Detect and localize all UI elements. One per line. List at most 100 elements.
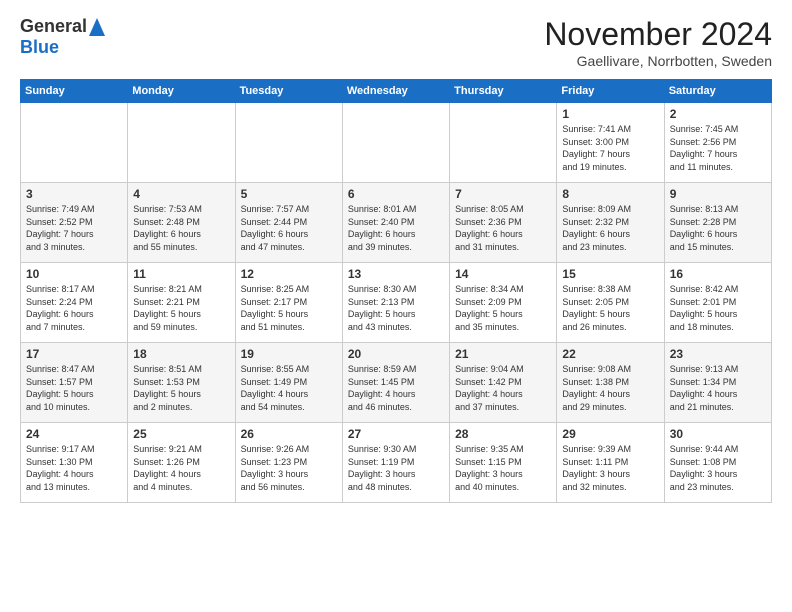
day-info: Sunrise: 7:45 AM Sunset: 2:56 PM Dayligh…: [670, 123, 766, 173]
day-number: 9: [670, 187, 766, 201]
day-number: 8: [562, 187, 658, 201]
day-number: 22: [562, 347, 658, 361]
day-info: Sunrise: 8:09 AM Sunset: 2:32 PM Dayligh…: [562, 203, 658, 253]
day-info: Sunrise: 7:49 AM Sunset: 2:52 PM Dayligh…: [26, 203, 122, 253]
logo-icon: [89, 18, 105, 36]
day-number: 12: [241, 267, 337, 281]
calendar-cell: 28Sunrise: 9:35 AM Sunset: 1:15 PM Dayli…: [450, 423, 557, 503]
calendar-cell: 27 Sunrise: 9:30 AM Sunset: 1:19 PM Dayli…: [342, 423, 449, 503]
day-info: Sunrise: 9:30 AM Sunset: 1:19 PM Dayligh…: [348, 443, 444, 493]
logo: General Blue: [20, 16, 105, 58]
col-header-friday: Friday: [557, 80, 664, 103]
calendar-cell: 17 Sunrise: 8:47 AM Sunset: 1:57 PM Dayli…: [21, 343, 128, 423]
day-number: 14: [455, 267, 551, 281]
day-info: Sunrise: 9:13 AM Sunset: 1:34 PM Dayligh…: [670, 363, 766, 413]
calendar-cell: 22Sunrise: 9:08 AM Sunset: 1:38 PM Dayli…: [557, 343, 664, 423]
day-info: Sunrise: 8:05 AM Sunset: 2:36 PM Dayligh…: [455, 203, 551, 253]
day-info: Sunrise: 7:41 AM Sunset: 3:00 PM Dayligh…: [562, 123, 658, 173]
day-number: 23: [670, 347, 766, 361]
calendar-cell: 16 Sunrise: 8:42 AM Sunset: 2:01 PM Dayli…: [664, 263, 771, 343]
day-info: Sunrise: 8:21 AM Sunset: 2:21 PM Dayligh…: [133, 283, 229, 333]
calendar-cell: 8 Sunrise: 8:09 AM Sunset: 2:32 PM Daylig…: [557, 183, 664, 263]
calendar-cell: 26 Sunrise: 9:26 AM Sunset: 1:23 PM Dayli…: [235, 423, 342, 503]
day-info: Sunrise: 8:01 AM Sunset: 2:40 PM Dayligh…: [348, 203, 444, 253]
calendar-cell: 25 Sunrise: 9:21 AM Sunset: 1:26 PM Dayli…: [128, 423, 235, 503]
month-title: November 2024: [544, 16, 772, 53]
logo-blue-text: Blue: [20, 37, 59, 58]
day-info: Sunrise: 7:57 AM Sunset: 2:44 PM Dayligh…: [241, 203, 337, 253]
col-header-saturday: Saturday: [664, 80, 771, 103]
day-info: Sunrise: 8:42 AM Sunset: 2:01 PM Dayligh…: [670, 283, 766, 333]
day-number: 19: [241, 347, 337, 361]
day-number: 17: [26, 347, 122, 361]
day-number: 15: [562, 267, 658, 281]
day-info: Sunrise: 8:25 AM Sunset: 2:17 PM Dayligh…: [241, 283, 337, 333]
day-info: Sunrise: 9:21 AM Sunset: 1:26 PM Dayligh…: [133, 443, 229, 493]
calendar-cell: 11Sunrise: 8:21 AM Sunset: 2:21 PM Dayli…: [128, 263, 235, 343]
logo-general-text: General: [20, 16, 87, 37]
calendar-week-1: 1 Sunrise: 7:41 AM Sunset: 3:00 PM Daylig…: [21, 103, 772, 183]
day-number: 2: [670, 107, 766, 121]
day-number: 16: [670, 267, 766, 281]
day-number: 25: [133, 427, 229, 441]
day-number: 18: [133, 347, 229, 361]
calendar-cell: 3 Sunrise: 7:49 AM Sunset: 2:52 PM Daylig…: [21, 183, 128, 263]
calendar-cell: 18 Sunrise: 8:51 AM Sunset: 1:53 PM Dayli…: [128, 343, 235, 423]
day-number: 28: [455, 427, 551, 441]
calendar-cell: 2 Sunrise: 7:45 AM Sunset: 2:56 PM Daylig…: [664, 103, 771, 183]
day-number: 4: [133, 187, 229, 201]
day-number: 1: [562, 107, 658, 121]
calendar-week-4: 17 Sunrise: 8:47 AM Sunset: 1:57 PM Dayli…: [21, 343, 772, 423]
calendar-cell: 5Sunrise: 7:57 AM Sunset: 2:44 PM Daylig…: [235, 183, 342, 263]
calendar-cell: [342, 103, 449, 183]
day-number: 24: [26, 427, 122, 441]
day-info: Sunrise: 8:55 AM Sunset: 1:49 PM Dayligh…: [241, 363, 337, 413]
day-number: 13: [348, 267, 444, 281]
day-info: Sunrise: 9:17 AM Sunset: 1:30 PM Dayligh…: [26, 443, 122, 493]
page: General Blue November 2024 Gaellivare, N…: [0, 0, 792, 519]
col-header-thursday: Thursday: [450, 80, 557, 103]
calendar-cell: 4 Sunrise: 7:53 AM Sunset: 2:48 PM Daylig…: [128, 183, 235, 263]
day-info: Sunrise: 8:13 AM Sunset: 2:28 PM Dayligh…: [670, 203, 766, 253]
day-number: 21: [455, 347, 551, 361]
day-info: Sunrise: 8:51 AM Sunset: 1:53 PM Dayligh…: [133, 363, 229, 413]
calendar-table: SundayMondayTuesdayWednesdayThursdayFrid…: [20, 79, 772, 503]
day-info: Sunrise: 8:34 AM Sunset: 2:09 PM Dayligh…: [455, 283, 551, 333]
col-header-monday: Monday: [128, 80, 235, 103]
day-number: 3: [26, 187, 122, 201]
calendar-cell: 6 Sunrise: 8:01 AM Sunset: 2:40 PM Daylig…: [342, 183, 449, 263]
calendar-cell: 19 Sunrise: 8:55 AM Sunset: 1:49 PM Dayli…: [235, 343, 342, 423]
day-info: Sunrise: 7:53 AM Sunset: 2:48 PM Dayligh…: [133, 203, 229, 253]
day-number: 6: [348, 187, 444, 201]
col-header-tuesday: Tuesday: [235, 80, 342, 103]
day-number: 27: [348, 427, 444, 441]
calendar-cell: 15Sunrise: 8:38 AM Sunset: 2:05 PM Dayli…: [557, 263, 664, 343]
title-block: November 2024 Gaellivare, Norrbotten, Sw…: [544, 16, 772, 69]
calendar-cell: 14 Sunrise: 8:34 AM Sunset: 2:09 PM Dayli…: [450, 263, 557, 343]
calendar-cell: 9 Sunrise: 8:13 AM Sunset: 2:28 PM Daylig…: [664, 183, 771, 263]
calendar-cell: 12 Sunrise: 8:25 AM Sunset: 2:17 PM Dayli…: [235, 263, 342, 343]
calendar-week-5: 24 Sunrise: 9:17 AM Sunset: 1:30 PM Dayli…: [21, 423, 772, 503]
calendar-week-3: 10Sunrise: 8:17 AM Sunset: 2:24 PM Dayli…: [21, 263, 772, 343]
day-number: 20: [348, 347, 444, 361]
calendar-header-row: SundayMondayTuesdayWednesdayThursdayFrid…: [21, 80, 772, 103]
day-number: 29: [562, 427, 658, 441]
calendar-cell: 23 Sunrise: 9:13 AM Sunset: 1:34 PM Dayli…: [664, 343, 771, 423]
day-number: 30: [670, 427, 766, 441]
calendar-cell: 13Sunrise: 8:30 AM Sunset: 2:13 PM Dayli…: [342, 263, 449, 343]
day-info: Sunrise: 9:26 AM Sunset: 1:23 PM Dayligh…: [241, 443, 337, 493]
day-info: Sunrise: 9:04 AM Sunset: 1:42 PM Dayligh…: [455, 363, 551, 413]
day-info: Sunrise: 8:59 AM Sunset: 1:45 PM Dayligh…: [348, 363, 444, 413]
day-info: Sunrise: 9:44 AM Sunset: 1:08 PM Dayligh…: [670, 443, 766, 493]
calendar-cell: [21, 103, 128, 183]
calendar-cell: 24 Sunrise: 9:17 AM Sunset: 1:30 PM Dayli…: [21, 423, 128, 503]
col-header-sunday: Sunday: [21, 80, 128, 103]
day-number: 10: [26, 267, 122, 281]
location-title: Gaellivare, Norrbotten, Sweden: [544, 53, 772, 69]
day-number: 7: [455, 187, 551, 201]
day-info: Sunrise: 8:47 AM Sunset: 1:57 PM Dayligh…: [26, 363, 122, 413]
day-number: 26: [241, 427, 337, 441]
calendar-cell: 10Sunrise: 8:17 AM Sunset: 2:24 PM Dayli…: [21, 263, 128, 343]
day-info: Sunrise: 9:39 AM Sunset: 1:11 PM Dayligh…: [562, 443, 658, 493]
col-header-wednesday: Wednesday: [342, 80, 449, 103]
